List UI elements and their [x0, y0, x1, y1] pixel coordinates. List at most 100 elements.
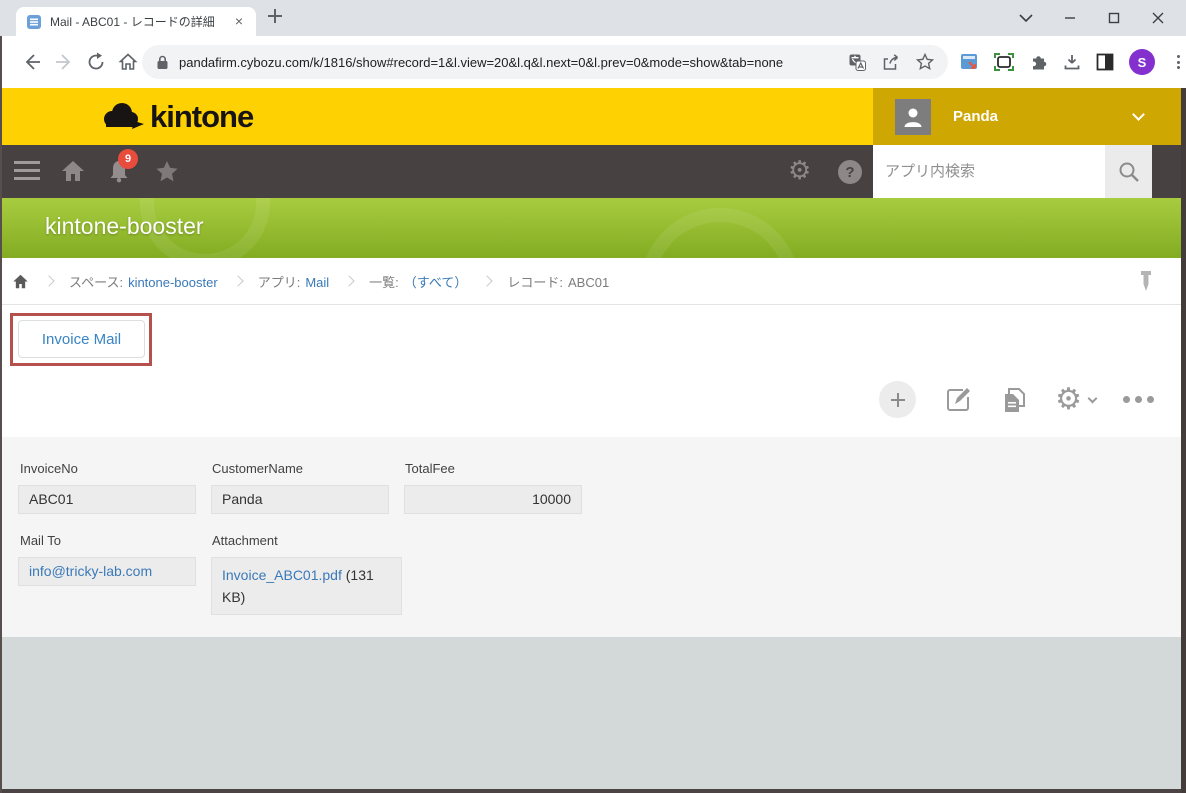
record-actions: ⚙ — [879, 381, 1154, 418]
person-icon — [904, 108, 922, 127]
window-left-edge — [0, 36, 2, 793]
portal-home-icon[interactable] — [60, 158, 86, 184]
translate-icon[interactable] — [849, 54, 866, 71]
browser-window: Mail - ABC01 - レコードの詳細 × pandafirm.cyboz… — [0, 0, 1186, 793]
field-label-totalfee: TotalFee — [405, 461, 455, 476]
browser-tab[interactable]: Mail - ABC01 - レコードの詳細 × — [16, 7, 256, 36]
field-label-attachment: Attachment — [212, 533, 278, 548]
field-value-customername: Panda — [211, 485, 389, 514]
page-background — [0, 637, 1186, 789]
chevron-down-icon — [1132, 108, 1145, 121]
notification-count-badge: 9 — [118, 149, 138, 169]
pin-icon[interactable] — [1138, 270, 1154, 294]
user-menu[interactable]: Panda — [873, 88, 1181, 145]
reload-icon — [88, 52, 104, 70]
breadcrumb-view: 一覧: （すべて） — [369, 274, 468, 290]
breadcrumb-record: レコード: ABC01 — [507, 274, 610, 290]
close-window-button[interactable] — [1136, 0, 1180, 36]
field-value-totalfee: 10000 — [404, 485, 582, 514]
breadcrumb: スペース: kintone-booster アプリ: Mail 一覧: （すべて） レ… — [0, 258, 1186, 305]
record-settings-button[interactable]: ⚙ — [1055, 381, 1098, 417]
record-header-area: Invoice Mail ⚙ — [0, 305, 1186, 437]
breadcrumb-home-icon[interactable] — [12, 273, 29, 290]
field-value-invoiceno: ABC01 — [18, 485, 196, 514]
url-text[interactable]: pandafirm.cybozu.com/k/1816/show#record=… — [179, 55, 839, 70]
breadcrumb-space-link[interactable]: kintone-booster — [128, 275, 218, 290]
back-button[interactable] — [20, 50, 44, 74]
split-view-extension-icon[interactable] — [1096, 53, 1114, 71]
bookmark-star-icon[interactable] — [916, 53, 934, 71]
tab-close-icon[interactable]: × — [230, 13, 248, 31]
field-label-customername: CustomerName — [212, 461, 304, 476]
menu-hamburger-icon[interactable] — [14, 161, 40, 185]
new-tab-button[interactable] — [268, 9, 290, 31]
mailto-link[interactable]: info@tricky-lab.com — [29, 563, 152, 579]
record-detail-panel: InvoiceNo CustomerName TotalFee ABC01 Pa… — [0, 437, 1186, 637]
edit-record-icon[interactable] — [943, 385, 973, 415]
help-icon[interactable] — [838, 160, 862, 184]
breadcrumb-view-link[interactable]: （すべて） — [404, 275, 468, 290]
browser-profile-avatar[interactable]: S — [1129, 49, 1155, 75]
maximize-button[interactable] — [1092, 0, 1136, 36]
omnibox-icons — [849, 53, 934, 71]
invoice-mail-button[interactable]: Invoice Mail — [18, 320, 145, 358]
window-bottom-edge — [0, 789, 1186, 793]
user-avatar — [895, 98, 931, 135]
tab-favicon-icon — [27, 14, 41, 29]
extension-row: S — [960, 46, 1186, 78]
reload-button[interactable] — [84, 50, 108, 74]
breadcrumb-app: アプリ: Mail — [257, 274, 330, 290]
space-banner: kintone-booster — [0, 198, 1186, 258]
chevron-down-icon — [1019, 14, 1033, 22]
forward-button[interactable] — [52, 50, 76, 74]
search-icon — [1119, 162, 1139, 182]
extensions-puzzle-icon[interactable] — [1029, 53, 1048, 72]
close-icon — [1152, 12, 1164, 24]
home-button[interactable] — [116, 50, 140, 74]
settings-gear-icon[interactable]: ⚙ — [788, 158, 811, 184]
gear-icon: ⚙ — [1055, 381, 1082, 417]
browser-menu-icon[interactable] — [1170, 53, 1186, 72]
kintone-logo-text: kintone — [150, 98, 254, 134]
breadcrumb-separator-icon — [343, 275, 355, 287]
minimize-icon — [1065, 17, 1075, 19]
kintone-cloud-icon — [104, 102, 144, 129]
app-search-input[interactable] — [873, 145, 1105, 198]
plus-icon — [268, 9, 282, 23]
breadcrumb-space: スペース: kintone-booster — [69, 274, 218, 290]
fullscreen-capture-extension-icon[interactable] — [994, 53, 1014, 71]
field-value-mailto: info@tricky-lab.com — [18, 557, 196, 586]
url-bar[interactable]: pandafirm.cybozu.com/k/1816/show#record=… — [142, 45, 948, 79]
kintone-logo[interactable]: kintone — [98, 88, 254, 145]
breadcrumb-app-link[interactable]: Mail — [305, 275, 329, 290]
breadcrumb-separator-icon — [481, 275, 494, 287]
tab-title: Mail - ABC01 - レコードの詳細 — [50, 15, 215, 29]
favorites-star-icon[interactable] — [154, 158, 180, 184]
more-options-button[interactable] — [1123, 396, 1154, 403]
maximize-icon — [1108, 12, 1120, 24]
global-toolbar: 9 ⚙ — [0, 145, 1186, 198]
lock-icon — [157, 55, 168, 69]
banner-decoration — [640, 208, 800, 258]
attachment-file-link[interactable]: Invoice_ABC01.pdf — [222, 567, 342, 583]
duplicate-record-icon[interactable] — [1000, 385, 1028, 415]
share-icon[interactable] — [882, 53, 900, 71]
field-value-attachment: Invoice_ABC01.pdf (131 KB) — [211, 557, 402, 615]
screenshot-extension-icon[interactable] — [960, 53, 979, 72]
field-label-invoiceno: InvoiceNo — [20, 461, 78, 476]
breadcrumb-separator-icon — [43, 275, 55, 287]
download-icon[interactable] — [1063, 53, 1081, 71]
field-label-mailto: Mail To — [20, 533, 61, 548]
space-title[interactable]: kintone-booster — [45, 213, 204, 240]
kintone-header: kintone Panda — [0, 88, 1186, 145]
minimize-button[interactable] — [1048, 0, 1092, 36]
user-name: Panda — [953, 108, 999, 125]
tab-search-button[interactable] — [1004, 0, 1048, 36]
plus-icon — [890, 392, 905, 407]
browser-navbar: pandafirm.cybozu.com/k/1816/show#record=… — [0, 36, 1186, 88]
forward-icon — [56, 54, 71, 70]
window-controls — [1004, 0, 1180, 36]
browser-titlebar: Mail - ABC01 - レコードの詳細 × — [0, 0, 1186, 36]
add-record-button[interactable] — [879, 381, 917, 418]
app-search-button[interactable] — [1105, 145, 1152, 198]
